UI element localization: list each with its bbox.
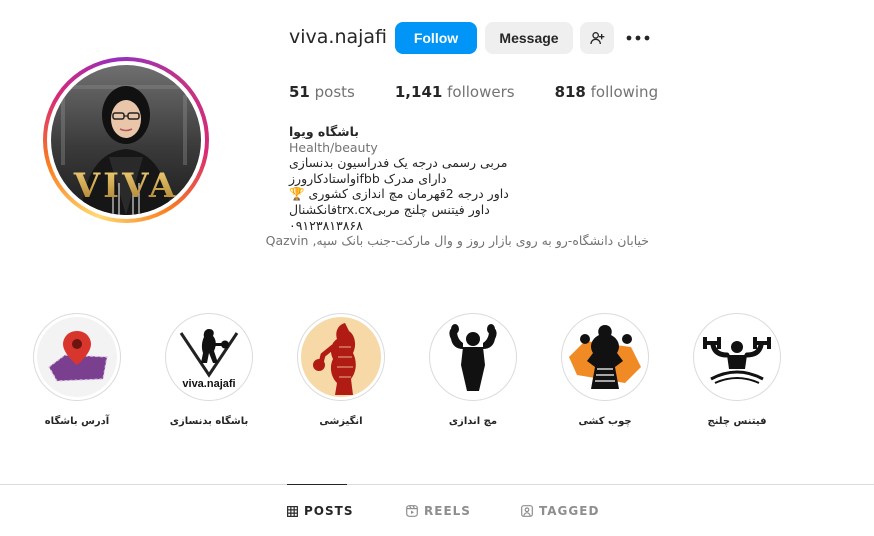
posts-label: posts [314,83,355,101]
profile-stats: 51 posts 1,141 followers 818 following [289,83,698,101]
highlight-ring[interactable] [33,313,121,401]
tab-posts-label: POSTS [304,504,354,518]
highlight-label: فیتنس چلنج [707,416,767,427]
tab-reels-label: REELS [424,504,471,518]
highlight-label: چوب کشی [578,416,632,427]
bio-line: داور درجه 2قهرمان مچ اندازی کشوری 🏆 [289,186,509,202]
followers-count[interactable]: 1,141 [395,83,442,101]
highlight-fitness-challenge[interactable]: فیتنس چلنج [692,313,782,427]
highlight-gym[interactable]: viva.najafi باشگاه بدنسازی [164,313,254,427]
more-icon [626,35,650,41]
highlight-ring[interactable] [297,313,385,401]
tab-posts[interactable]: POSTS [287,504,353,518]
highlight-ring[interactable]: viva.najafi [165,313,253,401]
highlight-label: آدرس باشگاه [44,416,110,427]
grid-icon [287,505,298,517]
highlight-label: مچ اندازی [448,416,498,427]
tab-tagged-label: TAGGED [539,504,600,518]
highlight-stick-pulling[interactable]: چوب کشی [560,313,650,427]
highlight-ring[interactable] [561,313,649,401]
highlight-motivation[interactable]: انگیزشی [296,313,386,427]
highlight-label: انگیزشی [319,416,363,427]
bio-location[interactable]: خیابان دانشگاه-رو به روی بازار روز و وال… [266,233,649,249]
highlight-ring[interactable] [429,313,517,401]
suggest-user-button[interactable] [580,22,614,54]
avatar-gap: VIVA [47,61,205,219]
bio-name: باشگاه ویوا [289,124,359,139]
highlight-ring[interactable] [693,313,781,401]
tab-reels[interactable]: REELS [406,504,471,518]
bio-category: Health/beauty [289,139,378,155]
tab-tagged[interactable]: TAGGED [521,504,599,518]
tabs-divider [0,484,874,485]
profile-bio: باشگاه ویوا Health/beauty مربی رسمی درجه… [266,124,649,249]
gym-logo-icon: viva.najafi [169,317,249,397]
highlight-arm-wrestling[interactable]: مچ اندازی [428,313,518,427]
svg-text:VIVA: VIVA [73,166,178,206]
following-label[interactable]: following [591,83,658,101]
gym-logo-text: viva.najafi [182,378,235,390]
bio-line: دارای مدرک ifbbواستادکارورز [289,170,447,186]
posts-stat: 51 posts [289,83,355,101]
followers-stat[interactable]: 1,141 followers [395,83,515,101]
avatar[interactable]: VIVA [51,65,201,215]
more-options-button[interactable] [622,22,654,54]
highlight-label: باشگاه بدنسازی [169,416,249,427]
tagged-icon [521,505,533,517]
fitness-challenge-icon [697,317,777,397]
arm-wrestling-icon [433,317,513,397]
stick-pulling-icon [565,317,645,397]
active-tab-indicator [287,484,347,485]
add-user-icon [590,32,605,45]
highlight-address[interactable]: آدرس باشگاه [32,313,122,427]
posts-count: 51 [289,83,310,101]
following-stat[interactable]: 818 following [555,83,659,101]
following-count[interactable]: 818 [555,83,586,101]
bio-phone: ۰۹۱۲۳۸۱۳۸۶۸ [289,217,363,233]
message-button[interactable]: Message [485,22,573,54]
followers-label[interactable]: followers [447,83,514,101]
location-pin-icon [37,317,117,397]
follow-button[interactable]: Follow [395,22,477,54]
motivation-icon [301,317,381,397]
bio-line: مربی رسمی درجه یک فدراسیون بدنسازی [289,155,508,171]
reels-icon [406,505,418,517]
bio-line: داور فیتنس چلنج مربیtrx.cxفانکشنال [289,201,490,217]
avatar-story-ring[interactable]: VIVA [43,57,209,223]
profile-username: viva.najafi [289,26,388,48]
